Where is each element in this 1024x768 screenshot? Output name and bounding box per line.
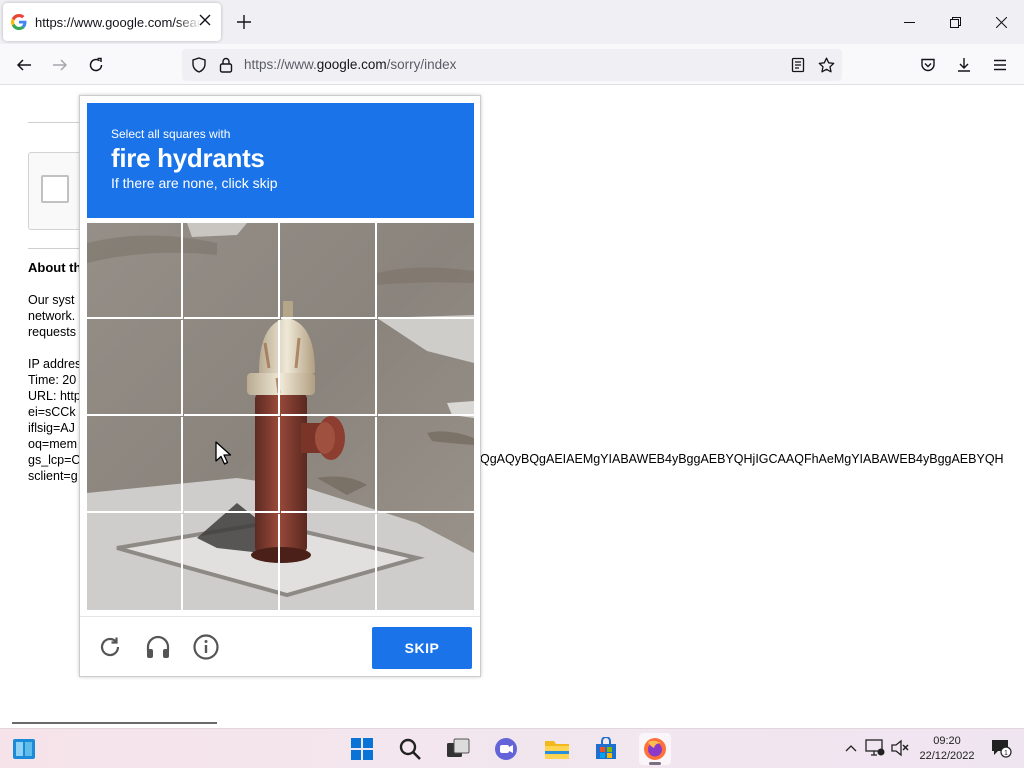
grid-tile-13[interactable]	[87, 514, 183, 610]
system-clock[interactable]: 09:20 22/12/2022	[912, 734, 982, 764]
recaptcha-checkbox[interactable]	[41, 175, 69, 203]
challenge-header: Select all squares with fire hydrants If…	[87, 103, 474, 218]
reader-view-icon[interactable]	[787, 54, 809, 76]
grid-tile-15[interactable]	[281, 514, 377, 610]
widgets-icon[interactable]	[8, 733, 40, 765]
tab-strip: https://www.google.com/search	[0, 0, 1024, 44]
browser-tab[interactable]: https://www.google.com/search	[3, 3, 221, 41]
app-menu-icon[interactable]	[985, 50, 1015, 80]
bookmark-star-icon[interactable]	[815, 54, 837, 76]
body-line: sclient=g	[28, 469, 78, 483]
grid-tile-9[interactable]	[87, 417, 183, 513]
grid-tile-14[interactable]	[184, 514, 280, 610]
file-explorer-icon[interactable]	[541, 733, 573, 765]
reload-button[interactable]	[81, 50, 111, 80]
windows-taskbar: 09:20 22/12/2022 1	[0, 728, 1024, 768]
body-line: oq=mem	[28, 437, 77, 451]
challenge-target: fire hydrants	[111, 143, 265, 173]
mouse-cursor-icon	[215, 441, 232, 465]
grid-tile-7[interactable]	[281, 320, 377, 416]
tab-close-icon[interactable]	[197, 14, 213, 30]
clock-time: 09:20	[933, 735, 961, 747]
grid-tile-1[interactable]	[87, 223, 183, 319]
reload-challenge-icon[interactable]	[96, 633, 124, 661]
new-tab-button[interactable]	[232, 10, 256, 34]
challenge-footer: SKIP	[80, 616, 480, 676]
body-line: gs_lcp=C	[28, 453, 81, 467]
forward-button[interactable]	[45, 50, 75, 80]
url-bar[interactable]: https://www.google.com/sorry/index	[182, 49, 842, 81]
display-icon[interactable]	[864, 737, 886, 759]
downloads-icon[interactable]	[949, 50, 979, 80]
close-window-button[interactable]	[978, 0, 1024, 44]
firefox-icon[interactable]	[639, 733, 671, 765]
skip-button[interactable]: SKIP	[372, 627, 472, 669]
clock-date: 22/12/2022	[919, 750, 975, 762]
navigation-toolbar: https://www.google.com/sorry/index	[0, 44, 1024, 85]
url-prefix: https://www.	[244, 57, 317, 72]
task-view-icon[interactable]	[442, 733, 474, 765]
pocket-icon[interactable]	[913, 50, 943, 80]
captcha-challenge-dialog: Select all squares with fire hydrants If…	[79, 95, 481, 677]
show-hidden-icons-chevron-icon[interactable]	[840, 737, 862, 759]
grid-tile-12[interactable]	[378, 417, 474, 513]
grid-tile-2[interactable]	[184, 223, 280, 319]
url-domain: google.com	[316, 57, 387, 72]
grid-tile-16[interactable]	[378, 514, 474, 610]
microsoft-store-icon[interactable]	[590, 733, 622, 765]
body-line: iflsig=AJ	[28, 421, 75, 435]
image-grid	[87, 223, 474, 610]
notification-center-icon[interactable]: 1	[990, 737, 1012, 759]
grid-tile-8[interactable]	[378, 320, 474, 416]
url-path: /sorry/index	[386, 57, 457, 72]
grid-tile-4[interactable]	[378, 223, 474, 319]
body-line: requests	[28, 325, 76, 339]
teams-chat-icon[interactable]	[490, 733, 522, 765]
search-icon[interactable]	[394, 733, 426, 765]
body-line: network.	[28, 309, 76, 323]
tracking-protection-shield-icon[interactable]	[188, 54, 210, 76]
challenge-hint: If there are none, click skip	[111, 175, 278, 191]
notification-count: 1	[1004, 750, 1008, 757]
about-heading: About th	[28, 260, 82, 275]
body-line[interactable]: URL: http	[28, 388, 81, 404]
audio-challenge-headphones-icon[interactable]	[144, 633, 172, 661]
horizontal-scrollbar[interactable]	[12, 722, 217, 724]
gs-lcp-overflow-text: QgAQyBQgAEIAEMgYIABAWEB4yBggAEBYQHjIGCAA…	[480, 452, 1004, 466]
google-favicon-icon	[11, 14, 27, 30]
body-line: Time: 20	[28, 373, 77, 387]
grid-tile-3[interactable]	[281, 223, 377, 319]
url-text[interactable]: https://www.google.com/sorry/index	[244, 57, 456, 72]
windows-start-icon[interactable]	[346, 733, 378, 765]
grid-tile-11[interactable]	[281, 417, 377, 513]
minimize-button[interactable]	[886, 0, 932, 44]
grid-tile-6[interactable]	[184, 320, 280, 416]
body-line: IP addres	[28, 357, 82, 371]
tab-title: https://www.google.com/search	[35, 14, 201, 30]
lock-icon[interactable]	[215, 54, 237, 76]
help-info-icon[interactable]	[192, 633, 220, 661]
grid-tile-5[interactable]	[87, 320, 183, 416]
body-line: ei=sCCk	[28, 405, 76, 419]
volume-muted-icon[interactable]	[889, 737, 911, 759]
body-line: Our syst	[28, 293, 75, 307]
restore-button[interactable]	[932, 0, 978, 44]
back-button[interactable]	[9, 50, 39, 80]
challenge-instruction: Select all squares with	[111, 127, 231, 141]
